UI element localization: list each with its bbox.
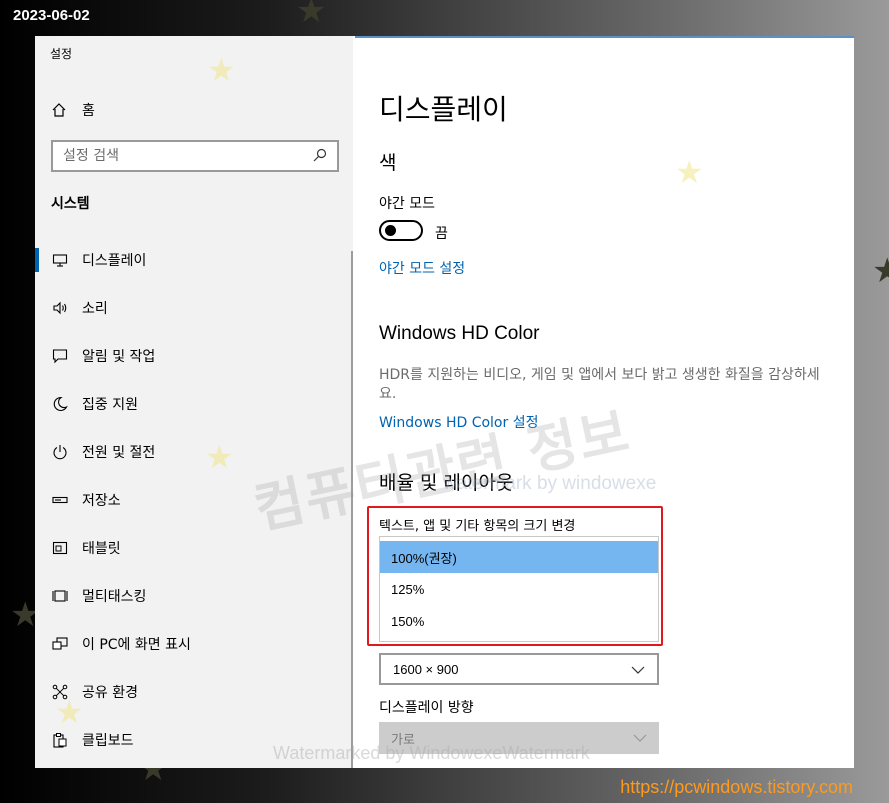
sidebar-item-label: 공유 환경 xyxy=(82,685,138,701)
search-icon[interactable] xyxy=(313,147,327,166)
sidebar-item-notifications[interactable]: 알림 및 작업 xyxy=(35,332,351,380)
notification-icon xyxy=(51,347,69,365)
resolution-dropdown[interactable]: 1600 × 900 xyxy=(379,653,659,685)
moon-icon xyxy=(51,395,69,413)
page-title: 디스플레이 xyxy=(379,93,508,126)
power-icon xyxy=(51,443,69,461)
scale-option[interactable]: 125% xyxy=(380,573,658,605)
sidebar-item-label: 멀티태스킹 xyxy=(82,589,147,605)
tablet-icon xyxy=(51,539,69,557)
sidebar-item-label: 저장소 xyxy=(82,493,121,509)
storage-icon xyxy=(51,491,69,509)
sidebar-item-label: 알림 및 작업 xyxy=(82,349,156,365)
multitasking-icon xyxy=(51,587,69,605)
night-mode-toggle[interactable] xyxy=(379,220,423,241)
sidebar-item-label: 집중 지원 xyxy=(82,397,138,413)
home-button[interactable]: 홈 xyxy=(50,98,95,122)
clipboard-icon xyxy=(51,731,69,749)
date-stamp: 2023-06-02 xyxy=(13,7,90,24)
decorative-star-icon: ★ xyxy=(675,153,704,191)
sidebar-item-display[interactable]: 디스플레이 xyxy=(35,236,351,284)
decorative-star-icon: ★ xyxy=(872,251,889,291)
night-mode-settings-link[interactable]: 야간 모드 설정 xyxy=(379,258,465,278)
search-input[interactable] xyxy=(63,148,313,164)
sidebar-item-label: 디스플레이 xyxy=(82,253,147,269)
sidebar: 설정 홈 시스템 디스플레이 xyxy=(35,36,353,768)
night-mode-label: 야간 모드 xyxy=(379,196,435,212)
settings-window: 설정 홈 시스템 디스플레이 xyxy=(35,36,854,768)
sidebar-item-label: 소리 xyxy=(82,301,108,317)
resolution-value: 1600 × 900 xyxy=(393,661,459,677)
toggle-knob xyxy=(385,225,396,236)
speaker-icon xyxy=(51,299,69,317)
search-box[interactable] xyxy=(51,140,339,172)
home-icon xyxy=(50,101,68,119)
hdr-heading: Windows HD Color xyxy=(379,323,540,344)
decorative-star-icon: ★ xyxy=(296,0,327,31)
monitor-icon xyxy=(51,251,69,269)
night-mode-state: 끔 xyxy=(435,226,448,242)
decorative-star-icon: ★ xyxy=(205,438,234,476)
sidebar-item-label: 클립보드 xyxy=(82,733,134,749)
chevron-down-icon xyxy=(631,662,645,677)
watermark-bottom: Watermarked by WindowexeWatermark xyxy=(273,743,590,763)
sidebar-item-label: 태블릿 xyxy=(82,541,121,557)
color-heading: 색 xyxy=(379,152,397,174)
site-url: https://pcwindows.tistory.com xyxy=(620,777,853,797)
decorative-star-icon: ★ xyxy=(55,693,84,731)
chevron-down-icon xyxy=(633,731,647,746)
scale-label: 텍스트, 앱 및 기타 항목의 크기 변경 xyxy=(379,519,576,534)
scale-dropdown-list: 100%(권장) 125% 150% xyxy=(379,536,659,642)
home-label: 홈 xyxy=(82,103,95,119)
sidebar-item-focus-assist[interactable]: 집중 지원 xyxy=(35,380,351,428)
decorative-star-icon: ★ xyxy=(207,51,236,89)
orientation-label: 디스플레이 방향 xyxy=(379,700,474,716)
section-title: 시스템 xyxy=(51,196,90,212)
scale-option[interactable]: 150% xyxy=(380,605,658,637)
sidebar-item-label: 이 PC에 화면 표시 xyxy=(82,637,191,653)
app-title: 설정 xyxy=(50,47,73,61)
scale-option[interactable]: 100%(권장) xyxy=(380,541,658,573)
sidebar-item-label: 전원 및 절전 xyxy=(82,445,156,461)
sidebar-item-project[interactable]: 이 PC에 화면 표시 xyxy=(35,620,351,668)
sidebar-item-multitasking[interactable]: 멀티태스킹 xyxy=(35,572,351,620)
project-icon xyxy=(51,635,69,653)
sidebar-item-sound[interactable]: 소리 xyxy=(35,284,351,332)
active-indicator xyxy=(35,248,39,272)
watermark-en: watermark by windowexe xyxy=(443,473,657,494)
